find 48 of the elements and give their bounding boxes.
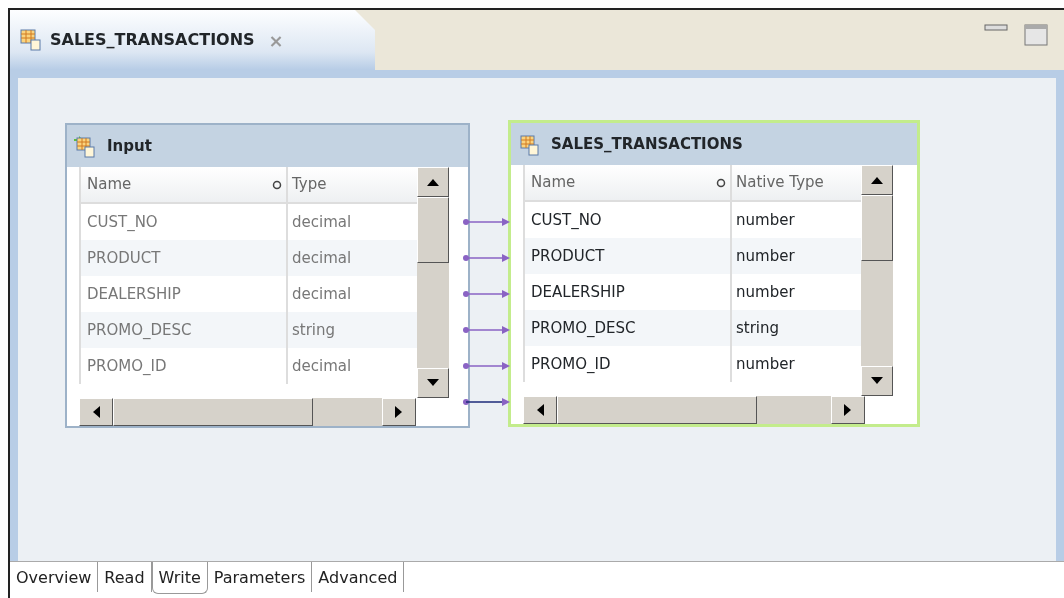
tab-title: SALES_TRANSACTIONS [50,29,255,51]
scroll-up-button[interactable] [417,167,449,197]
scroll-right-button[interactable] [382,398,416,426]
mapping-link[interactable] [463,254,510,262]
source-table-icon [73,134,97,158]
right-arrow-icon [395,406,403,418]
field-name: PROMO_DESC [530,317,637,339]
down-arrow-icon [871,377,883,385]
down-arrow-icon [427,379,439,387]
bottom-tab[interactable]: Write [151,562,208,594]
field-name: PRODUCT [86,247,162,269]
scroll-left-button[interactable] [79,398,113,426]
mapping-link[interactable] [463,290,510,298]
field-name: PROMO_DESC [86,319,193,341]
table-icon [20,29,42,51]
left-arrow-icon [536,404,544,416]
column-header: Name [87,174,132,196]
right-arrow-icon [844,404,852,416]
editor-tab[interactable]: SALES_TRANSACTIONS × [10,10,375,70]
scroll-up-button[interactable] [861,165,893,195]
scroll-thumb[interactable] [861,195,893,261]
field-name: DEALERSHIP [530,281,626,303]
mapping-link[interactable] [463,218,510,226]
up-arrow-icon [871,176,883,184]
mapping-link[interactable] [463,362,510,370]
sort-indicator-icon[interactable] [716,177,726,188]
field-name: PROMO_ID [530,353,612,375]
field-name: CUST_NO [530,209,603,231]
scroll-thumb[interactable] [557,396,757,424]
field-name: DEALERSHIP [86,283,182,305]
panel-title: Input [107,135,152,157]
field-name: PRODUCT [530,245,606,267]
scroll-down-button[interactable] [417,368,449,398]
left-arrow-icon [92,406,100,418]
sort-indicator-icon[interactable] [272,179,282,190]
table-icon [517,132,541,156]
field-name: CUST_NO [86,211,159,233]
scroll-down-button[interactable] [861,366,893,396]
field-name: PROMO_ID [86,355,168,377]
column-header: Name [531,172,576,194]
mapping-link[interactable] [463,326,510,334]
scroll-left-button[interactable] [523,396,557,424]
scroll-right-button[interactable] [831,396,865,424]
panel-title: SALES_TRANSACTIONS [551,133,743,155]
scroll-thumb[interactable] [417,197,449,263]
mapping-link[interactable] [463,398,510,406]
up-arrow-icon [427,178,439,186]
scroll-thumb[interactable] [113,398,313,426]
